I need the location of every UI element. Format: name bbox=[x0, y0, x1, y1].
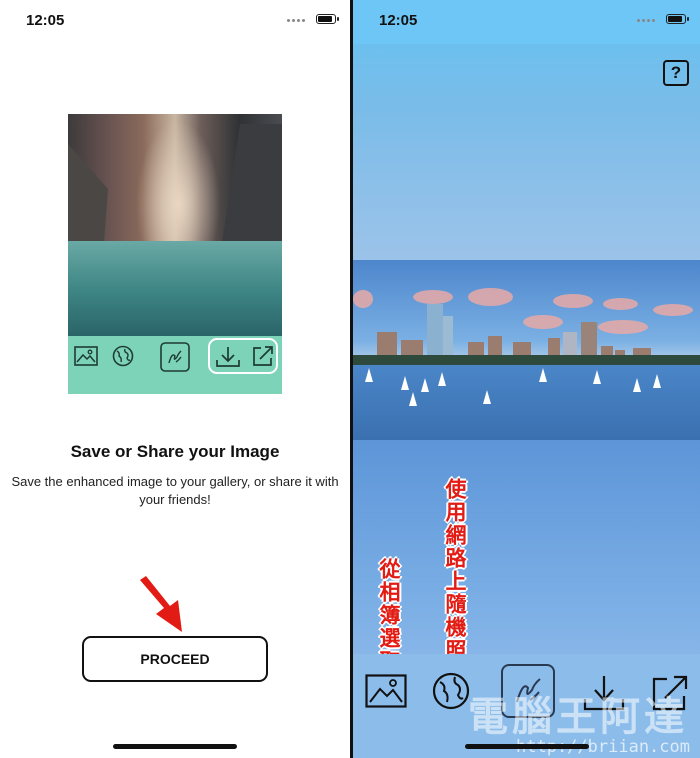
download-icon bbox=[216, 346, 240, 373]
bottom-toolbar: 電腦王阿達 http://briian.com bbox=[353, 654, 700, 758]
signal-icon bbox=[637, 19, 655, 22]
signal-icon bbox=[287, 19, 305, 22]
proceed-button[interactable]: PROCEED bbox=[82, 636, 268, 682]
share-icon bbox=[252, 345, 274, 372]
status-time: 12:05 bbox=[26, 12, 65, 29]
help-button[interactable]: ? bbox=[663, 60, 689, 86]
image-preview bbox=[68, 114, 282, 394]
left-screen: 12:05 Save or Share your Image Save the … bbox=[0, 0, 350, 758]
globe-icon[interactable] bbox=[432, 672, 470, 715]
canyon-photo bbox=[68, 114, 282, 336]
preview-toolbar bbox=[68, 336, 282, 394]
page-title: Save or Share your Image bbox=[70, 442, 280, 461]
status-time: 12:05 bbox=[379, 12, 418, 29]
status-bar: 12:05 bbox=[353, 0, 700, 44]
home-indicator bbox=[465, 744, 589, 749]
watermark-logo: 電腦王阿達 bbox=[468, 693, 688, 740]
status-bar: 12:05 bbox=[0, 0, 350, 44]
gallery-icon bbox=[74, 346, 98, 371]
battery-icon bbox=[666, 14, 689, 24]
home-indicator bbox=[113, 744, 237, 749]
red-arrow-icon bbox=[140, 576, 182, 632]
page-description: Save the enhanced image to your gallery,… bbox=[11, 474, 339, 507]
city-photo bbox=[353, 260, 700, 440]
gallery-icon[interactable] bbox=[365, 674, 407, 713]
right-screen: 12:05 ? 從相簿選取 使用網路上隨機照片 電腦王阿達 http://bri… bbox=[353, 0, 700, 758]
globe-icon bbox=[112, 345, 134, 372]
battery-icon bbox=[316, 14, 339, 24]
draw-icon bbox=[160, 342, 190, 377]
